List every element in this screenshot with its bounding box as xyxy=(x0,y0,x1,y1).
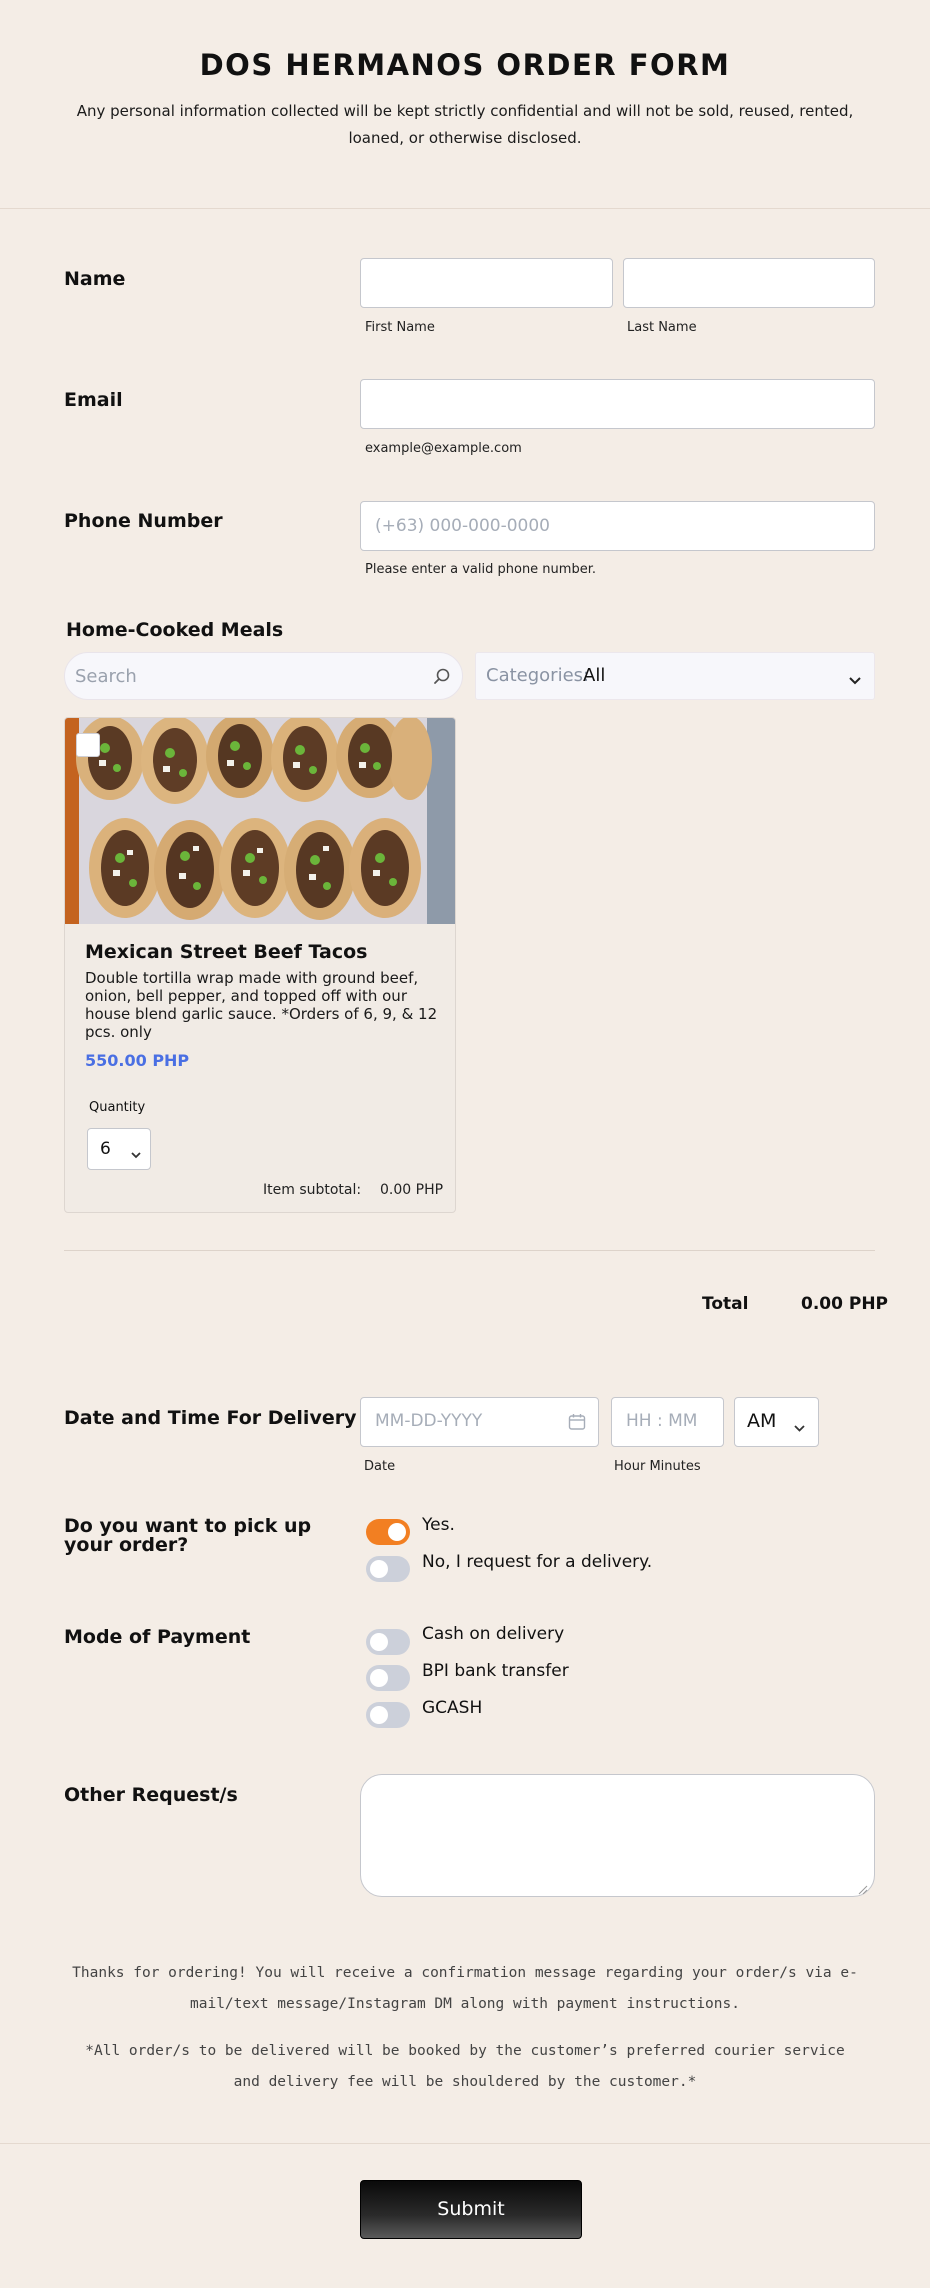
quantity-value: 6 xyxy=(100,1139,111,1159)
chevron-down-icon xyxy=(848,671,862,690)
delivery-label: Date and Time For Delivery xyxy=(64,1407,357,1429)
submit-button[interactable]: Submit xyxy=(360,2180,582,2239)
email-label: Email xyxy=(64,389,123,411)
pickup-no-toggle[interactable] xyxy=(366,1556,410,1582)
phone-sublabel: Please enter a valid phone number. xyxy=(365,562,596,577)
calendar-icon[interactable] xyxy=(568,1413,586,1435)
product-name: Mexican Street Beef Tacos xyxy=(85,941,368,963)
payment-cod-label: Cash on delivery xyxy=(422,1624,565,1644)
total-divider xyxy=(64,1250,875,1251)
meals-section-title: Home-Cooked Meals xyxy=(66,619,284,641)
ampm-select[interactable]: AM xyxy=(734,1397,819,1447)
first-name-sublabel: First Name xyxy=(365,320,435,335)
time-sublabel: Hour Minutes xyxy=(614,1459,701,1474)
time-placeholder: HH : MM xyxy=(626,1411,698,1431)
last-name-sublabel: Last Name xyxy=(627,320,697,335)
email-input[interactable] xyxy=(360,379,875,429)
product-price: 550.00 PHP xyxy=(85,1051,190,1070)
header-divider xyxy=(0,208,930,209)
product-description: Double tortilla wrap made with ground be… xyxy=(85,969,438,1041)
ampm-value: AM xyxy=(747,1410,777,1432)
chevron-down-icon xyxy=(130,1145,142,1164)
product-card: Mexican Street Beef Tacos Double tortill… xyxy=(64,717,456,1213)
product-select-checkbox[interactable] xyxy=(76,733,100,757)
quantity-label: Quantity xyxy=(89,1100,146,1115)
phone-placeholder: (+63) 000-000-0000 xyxy=(375,516,550,536)
categories-label: Categories: xyxy=(486,665,590,686)
product-image xyxy=(65,718,455,924)
requests-textarea[interactable] xyxy=(360,1774,875,1897)
courier-note: *All order/s to be delivered will be boo… xyxy=(85,2043,845,2090)
categories-dropdown[interactable]: Categories: All xyxy=(475,652,875,700)
resize-handle-icon[interactable] xyxy=(858,1880,868,1899)
delivery-time-input[interactable]: HH : MM xyxy=(611,1397,724,1447)
requests-label: Other Request/s xyxy=(64,1784,238,1806)
delivery-date-input[interactable]: MM-DD-YYYY xyxy=(360,1397,599,1447)
item-subtotal-value: 0.00 PHP xyxy=(380,1182,444,1198)
date-placeholder: MM-DD-YYYY xyxy=(375,1411,483,1431)
payment-cod-toggle[interactable] xyxy=(366,1629,410,1655)
last-name-input[interactable] xyxy=(623,258,875,308)
phone-label: Phone Number xyxy=(64,510,223,532)
payment-label: Mode of Payment xyxy=(64,1626,251,1648)
email-sublabel: example@example.com xyxy=(365,441,522,456)
item-subtotal-label: Item subtotal: xyxy=(263,1182,362,1198)
payment-gcash-label: GCASH xyxy=(422,1698,483,1718)
chevron-down-icon xyxy=(793,1418,806,1437)
phone-input[interactable]: (+63) 000-000-0000 xyxy=(360,501,875,551)
total-value: 0.00 PHP xyxy=(801,1294,889,1314)
quantity-select[interactable]: 6 xyxy=(87,1128,151,1170)
categories-value: All xyxy=(583,665,606,686)
pickup-yes-label: Yes. xyxy=(422,1515,455,1535)
date-sublabel: Date xyxy=(364,1459,396,1474)
form-title: DOS HERMANOS ORDER FORM xyxy=(199,48,731,82)
search-placeholder: Search xyxy=(75,666,137,687)
pickup-no-label: No, I request for a delivery. xyxy=(422,1552,653,1572)
payment-bpi-label: BPI bank transfer xyxy=(422,1661,569,1681)
pickup-yes-toggle[interactable] xyxy=(366,1519,410,1545)
pickup-label: Do you want to pick up your order? xyxy=(64,1515,312,1556)
payment-gcash-toggle[interactable] xyxy=(366,1702,410,1728)
name-label: Name xyxy=(64,268,126,290)
first-name-input[interactable] xyxy=(360,258,613,308)
product-search-input[interactable]: Search xyxy=(64,652,463,700)
payment-bpi-toggle[interactable] xyxy=(366,1665,410,1691)
footer-divider xyxy=(0,2143,930,2144)
total-label: Total xyxy=(702,1294,749,1314)
search-icon[interactable] xyxy=(433,667,451,689)
thanks-note: Thanks for ordering! You will receive a … xyxy=(72,1965,858,2012)
form-subtitle: Any personal information collected will … xyxy=(76,102,854,147)
